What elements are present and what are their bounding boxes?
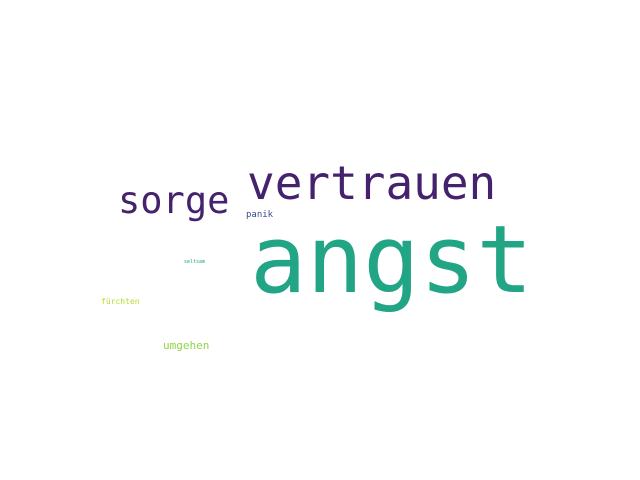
word-sorge: sorge bbox=[118, 179, 230, 222]
word-seltsam: seltsam bbox=[184, 259, 206, 265]
word-panik: panik bbox=[246, 210, 274, 220]
word-fuerchten: fürchten bbox=[101, 297, 140, 306]
word-angst: angst bbox=[250, 206, 533, 315]
word-umgehen: umgehen bbox=[163, 339, 210, 352]
word-vertrauen: vertrauen bbox=[247, 156, 497, 210]
word-cloud: angst vertrauen sorge panik seltsam fürc… bbox=[0, 0, 640, 480]
